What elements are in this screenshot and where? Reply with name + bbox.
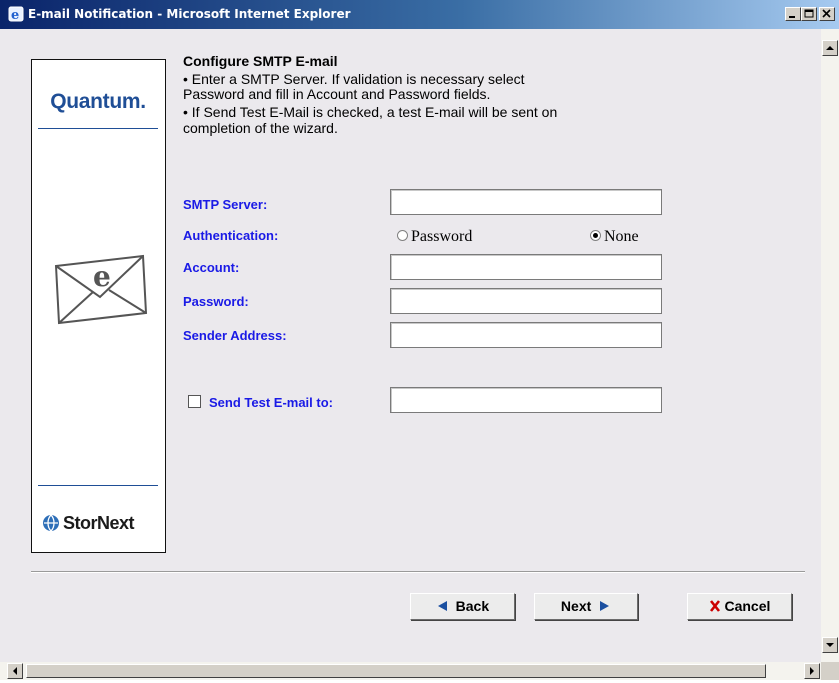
password-label: Password:: [183, 294, 249, 309]
none-radio-label: None: [604, 228, 639, 245]
minimize-button[interactable]: [785, 7, 801, 21]
none-radio[interactable]: [590, 230, 601, 241]
divider: [38, 128, 158, 129]
footer-separator: [31, 571, 805, 573]
stornext-text: StorNext: [63, 513, 135, 533]
password-radio-label: Password: [411, 228, 473, 245]
maximize-button[interactable]: [801, 7, 817, 21]
vertical-scrollbar[interactable]: [821, 29, 839, 662]
left-arrow-icon: [436, 595, 448, 620]
authentication-label: Authentication:: [183, 228, 279, 243]
scroll-right-button[interactable]: [804, 663, 820, 679]
back-button-label: Back: [455, 598, 490, 614]
instruction-line: completion of the wizard.: [183, 120, 338, 136]
close-button[interactable]: [819, 7, 835, 21]
account-label: Account:: [183, 260, 240, 275]
title-bar: e E-mail Notification - Microsoft Intern…: [0, 0, 839, 29]
send-test-checkbox[interactable]: [188, 395, 201, 408]
back-button[interactable]: Back: [410, 593, 515, 620]
globe-icon: [42, 514, 60, 537]
instruction-line: • Enter a SMTP Server. If validation is …: [183, 71, 525, 87]
cancel-button[interactable]: Cancel: [687, 593, 792, 620]
scroll-left-button[interactable]: [7, 663, 23, 679]
quantum-logo: Quantum.: [50, 90, 146, 113]
red-x-icon: [709, 595, 721, 620]
instruction-line: Password and fill in Account and Passwor…: [183, 86, 491, 102]
horizontal-scroll-thumb[interactable]: [26, 664, 766, 678]
email-envelope-icon: e: [53, 253, 149, 330]
page-title: Configure SMTP E-mail: [183, 53, 338, 69]
password-input[interactable]: [390, 288, 662, 314]
password-radio[interactable]: [397, 230, 408, 241]
window-title: E-mail Notification - Microsoft Internet…: [28, 7, 351, 21]
instruction-line: • If Send Test E-Mail is checked, a test…: [183, 104, 558, 120]
browser-window: e E-mail Notification - Microsoft Intern…: [0, 0, 839, 680]
svg-text:e: e: [11, 8, 19, 22]
scroll-up-button[interactable]: [822, 40, 838, 56]
stornext-logo: StorNext: [42, 513, 162, 537]
sender-address-input[interactable]: [390, 322, 662, 348]
send-test-input[interactable]: [390, 387, 662, 413]
right-arrow-icon: [599, 595, 611, 620]
account-input[interactable]: [390, 254, 662, 280]
smtp-server-label: SMTP Server:: [183, 197, 268, 212]
cancel-button-label: Cancel: [724, 598, 771, 614]
divider: [38, 485, 158, 486]
next-button[interactable]: Next: [534, 593, 638, 620]
branding-panel: Quantum. e StorNext: [31, 59, 166, 553]
ie-icon: e: [8, 6, 24, 23]
scrollbar-corner: [821, 662, 839, 680]
sender-address-label: Sender Address:: [183, 328, 287, 343]
next-button-label: Next: [560, 598, 592, 614]
svg-text:e: e: [93, 260, 111, 293]
scroll-down-button[interactable]: [822, 637, 838, 653]
auth-none-option[interactable]: None: [590, 228, 639, 246]
smtp-server-input[interactable]: [390, 189, 662, 215]
send-test-label: Send Test E-mail to:: [209, 395, 333, 410]
auth-password-option[interactable]: Password: [397, 228, 472, 246]
